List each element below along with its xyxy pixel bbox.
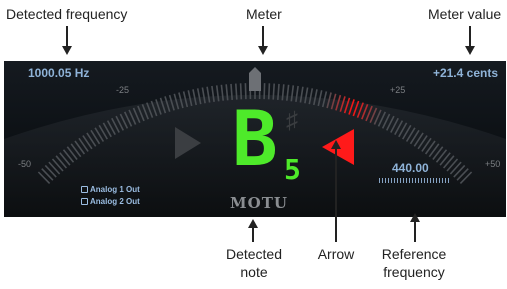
output-checkbox-icon[interactable] (81, 198, 88, 205)
detected-note-pointer-head (248, 219, 258, 228)
meter-value-pointer-head (465, 46, 475, 55)
detected-note-callout-line2: note (240, 264, 268, 280)
meter-value-callout: Meter value (428, 6, 502, 22)
scale-label-plus-25: +25 (390, 85, 406, 95)
detected-note-callout-line1: Detected (225, 246, 283, 262)
meter-callout: Meter (246, 6, 282, 22)
detected-frequency-readout: 1000.05 Hz (28, 66, 90, 80)
output-analog-2-label: Analog 2 Out (90, 197, 140, 206)
output-checkbox-icon[interactable] (81, 186, 88, 193)
reference-frequency-value[interactable]: 440.00 (392, 161, 429, 175)
arrow-pointer-head (331, 140, 341, 149)
reference-frequency-callout-line2: frequency (383, 264, 445, 280)
tuner-panel: 1000.05 Hz +21.4 cents -50 -25 +25 +50 B… (4, 61, 506, 217)
detected-note-letter: B (232, 94, 278, 183)
arrow-callout: Arrow (317, 246, 355, 262)
reference-frequency-slider[interactable] (379, 178, 449, 183)
sharp-symbol: ♯ (286, 107, 298, 134)
scale-label-minus-25: -25 (116, 85, 130, 95)
reference-frequency-pointer-head (410, 213, 420, 222)
detected-frequency-callout: Detected frequency (6, 6, 128, 22)
meter-pointer-line (262, 26, 264, 46)
output-analog-2[interactable]: Analog 2 Out (81, 197, 140, 206)
scale-label-minus-50: -50 (18, 159, 32, 169)
detected-note-pointer-line (252, 228, 254, 242)
scale-label-plus-50: +50 (485, 159, 501, 169)
output-analog-1-label: Analog 1 Out (90, 185, 140, 194)
detected-frequency-pointer-head (62, 46, 72, 55)
detected-frequency-pointer-line (66, 26, 68, 46)
meter-center-marker (249, 67, 261, 91)
reference-frequency-pointer-line (414, 222, 416, 242)
reference-frequency-callout-line1: Reference (381, 246, 447, 262)
arrow-pointer-line (335, 148, 337, 242)
detected-note-octave: 5 (284, 153, 301, 186)
meter-pointer-head (258, 46, 268, 55)
meter-value-pointer-line (469, 26, 471, 46)
motu-logo: MOTU (230, 194, 288, 212)
meter-value-readout: +21.4 cents (432, 66, 498, 80)
output-analog-1[interactable]: Analog 1 Out (81, 185, 140, 194)
